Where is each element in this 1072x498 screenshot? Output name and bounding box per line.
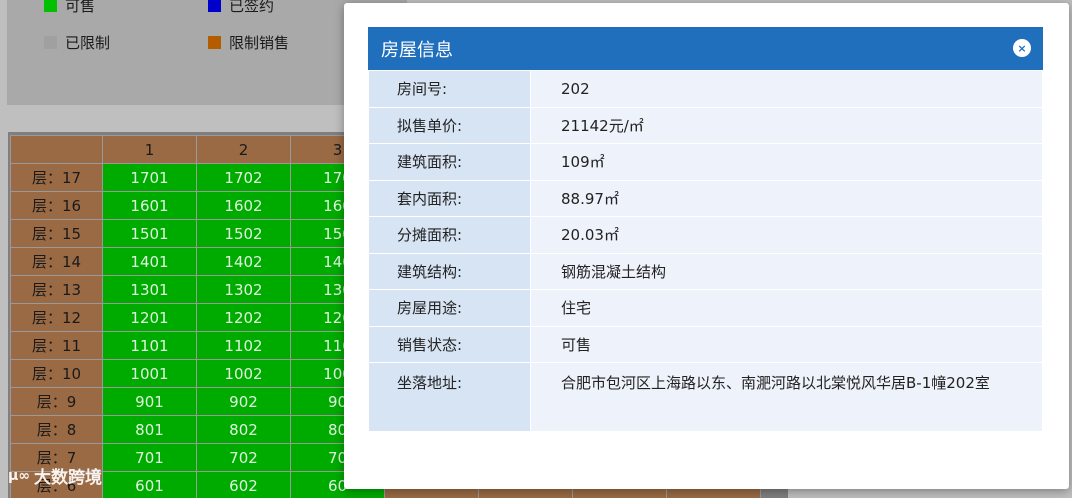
floor-label: 层：9 (10, 387, 103, 416)
unit-cell[interactable]: 1101 (102, 331, 197, 360)
info-row: 销售状态: 可售 (368, 325, 1043, 363)
info-key: 房屋用途: (368, 289, 531, 327)
info-key: 房间号: (368, 70, 531, 108)
unit-cell[interactable]: 1002 (196, 359, 291, 388)
info-key: 分摊面积: (368, 216, 531, 254)
legend-item-sale-restricted: 限制销售 (208, 32, 289, 53)
info-key: 拟售单价: (368, 106, 531, 144)
unit-cell[interactable]: 1602 (196, 191, 291, 220)
floor-label: 层：12 (10, 303, 103, 332)
info-value: 住宅 (530, 289, 1043, 327)
info-value: 88.97㎡ (530, 179, 1043, 217)
info-key: 销售状态: (368, 325, 531, 363)
unit-cell[interactable]: 702 (196, 443, 291, 472)
watermark: μ∞ 大数跨境 (8, 463, 102, 489)
unit-cell[interactable]: 601 (102, 471, 197, 498)
unit-cell[interactable]: 802 (196, 415, 291, 444)
floor-label: 层：17 (10, 163, 103, 192)
floor-label: 层：16 (10, 191, 103, 220)
legend-label: 已限制 (65, 34, 111, 52)
info-value: 20.03㎡ (530, 216, 1043, 254)
unit-cell[interactable]: 1501 (102, 219, 197, 248)
unit-cell[interactable]: 1401 (102, 247, 197, 276)
info-row: 建筑结构: 钢筋混凝土结构 (368, 252, 1043, 290)
info-value: 109㎡ (530, 143, 1043, 181)
info-row: 建筑面积: 109㎡ (368, 143, 1043, 181)
floor-label: 层：13 (10, 275, 103, 304)
unit-cell[interactable]: 1702 (196, 163, 291, 192)
info-key: 套内面积: (368, 179, 531, 217)
house-info-dialog: 房屋信息 × 房间号: 202 拟售单价: 21142元/㎡ 建筑面积: 109㎡ 套… (344, 3, 1069, 489)
legend-item-available: 可售 (44, 0, 95, 16)
legend-swatch (44, 0, 57, 12)
floor-label: 层：15 (10, 219, 103, 248)
floor-label: 层：14 (10, 247, 103, 276)
legend-label: 已签约 (229, 0, 275, 15)
info-value: 202 (530, 70, 1043, 108)
floor-label: 层：8 (10, 415, 103, 444)
unit-cell[interactable]: 1601 (102, 191, 197, 220)
legend-swatch (208, 0, 221, 12)
unit-cell[interactable]: 1102 (196, 331, 291, 360)
info-value: 钢筋混凝土结构 (530, 252, 1043, 290)
legend-label: 可售 (65, 0, 96, 15)
column-header: 2 (196, 135, 291, 164)
unit-cell[interactable]: 801 (102, 415, 197, 444)
unit-cell[interactable]: 1502 (196, 219, 291, 248)
unit-cell[interactable]: 1001 (102, 359, 197, 388)
grid-corner (10, 135, 103, 164)
info-row: 坐落地址: 合肥市包河区上海路以东、南淝河路以北棠悦风华居B-1幢202室 (368, 362, 1043, 432)
unit-cell[interactable]: 1202 (196, 303, 291, 332)
column-header: 1 (102, 135, 197, 164)
info-row: 房间号: 202 (368, 70, 1043, 108)
floor-label: 层：10 (10, 359, 103, 388)
unit-cell[interactable]: 701 (102, 443, 197, 472)
info-row: 分摊面积: 20.03㎡ (368, 216, 1043, 254)
dialog-header: 房屋信息 × (368, 27, 1043, 70)
legend-swatch (44, 36, 57, 49)
unit-cell[interactable]: 1701 (102, 163, 197, 192)
unit-cell[interactable]: 902 (196, 387, 291, 416)
dialog-title: 房屋信息 (381, 39, 453, 61)
legend-item-signed: 已签约 (208, 0, 274, 16)
legend-swatch (208, 36, 221, 49)
info-key: 建筑面积: (368, 143, 531, 181)
info-key: 坐落地址: (368, 362, 531, 432)
watermark-logo-icon: μ∞ (8, 467, 30, 484)
unit-cell[interactable]: 901 (102, 387, 197, 416)
legend-label: 限制销售 (229, 34, 290, 52)
info-value: 21142元/㎡ (530, 106, 1043, 144)
unit-cell[interactable]: 1302 (196, 275, 291, 304)
floor-label: 层：11 (10, 331, 103, 360)
unit-cell[interactable]: 1402 (196, 247, 291, 276)
info-key: 建筑结构: (368, 252, 531, 290)
unit-cell[interactable]: 1201 (102, 303, 197, 332)
info-row: 拟售单价: 21142元/㎡ (368, 106, 1043, 144)
info-row: 套内面积: 88.97㎡ (368, 179, 1043, 217)
watermark-text: 大数跨境 (33, 468, 102, 488)
info-value: 合肥市包河区上海路以东、南淝河路以北棠悦风华居B-1幢202室 (530, 362, 1043, 432)
house-info-table: 房间号: 202 拟售单价: 21142元/㎡ 建筑面积: 109㎡ 套内面积: 88.… (368, 70, 1043, 432)
info-value: 可售 (530, 325, 1043, 363)
close-icon[interactable]: × (1013, 39, 1031, 57)
info-row: 房屋用途: 住宅 (368, 289, 1043, 327)
unit-cell[interactable]: 1301 (102, 275, 197, 304)
legend-item-restricted: 已限制 (44, 32, 110, 53)
unit-cell[interactable]: 602 (196, 471, 291, 498)
